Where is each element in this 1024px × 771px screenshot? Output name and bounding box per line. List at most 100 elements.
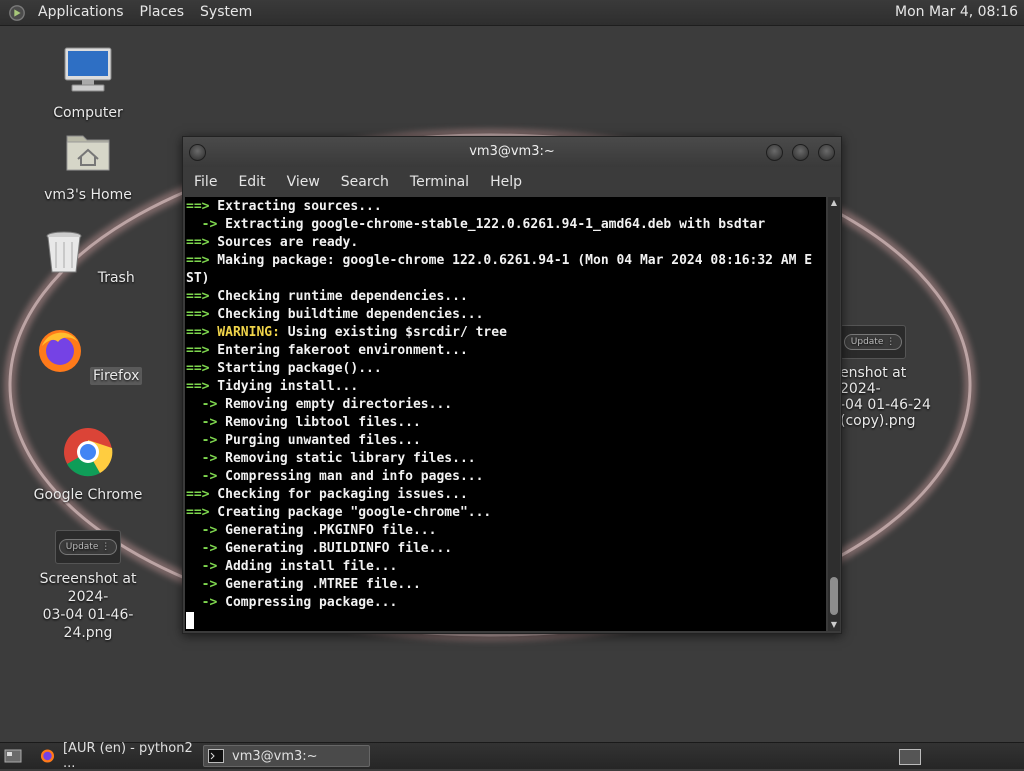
terminal-line-prefix: ==> — [186, 343, 210, 358]
terminal-line: -> Generating .PKGINFO file... — [186, 522, 826, 540]
menu-terminal[interactable]: Terminal — [402, 174, 477, 190]
terminal-line: -> Extracting google-chrome-stable_122.0… — [186, 216, 826, 234]
bottom-panel: [AUR (en) - python2 ... vm3@vm3:~ — [0, 741, 1024, 771]
terminal-line-text: ST) — [186, 271, 210, 286]
menu-view[interactable]: View — [279, 174, 328, 190]
show-desktop-icon[interactable] — [4, 748, 22, 764]
desktop-icon-firefox[interactable]: Firefox — [28, 324, 148, 385]
taskbar-item-firefox[interactable]: [AUR (en) - python2 ... — [36, 741, 200, 771]
terminal-line-text: Extracting sources... — [209, 199, 382, 214]
computer-icon — [64, 47, 112, 92]
terminal-line-prefix: -> — [186, 415, 218, 430]
thumbnail-update-text: Update ⋮ — [58, 539, 118, 555]
terminal-line: -> Compressing man and info pages... — [186, 468, 826, 486]
terminal-line-prefix: ==> — [186, 379, 210, 394]
minimize-button[interactable] — [766, 144, 783, 161]
terminal-line-prefix: ==> — [186, 289, 210, 304]
menu-file[interactable]: File — [186, 174, 225, 190]
terminal-line-prefix: -> — [186, 541, 218, 556]
desktop-icon-label-line1: Screenshot at 2024- — [39, 571, 137, 605]
terminal-line-prefix: ==> — [186, 199, 210, 214]
workspace-switcher[interactable] — [899, 749, 921, 765]
terminal-line-text: Compressing man and info pages... — [217, 469, 484, 484]
desktop-icon-label-line1: enshot at 2024- — [840, 365, 907, 397]
terminal-line-text: Removing empty directories... — [217, 397, 453, 412]
places-menu[interactable]: Places — [132, 0, 193, 25]
terminal-line-text: Adding install file... — [217, 559, 398, 574]
desktop-icon-screenshot[interactable]: Update ⋮ Screenshot at 2024- 03-04 01-46… — [28, 530, 148, 642]
taskbar-item-label: vm3@vm3:~ — [232, 748, 318, 764]
top-panel: Applications Places System Mon Mar 4, 08… — [0, 0, 1024, 26]
terminal-line-text: Checking runtime dependencies... — [209, 289, 468, 304]
terminal-line-text: Checking buildtime dependencies... — [209, 307, 484, 322]
terminal-line-prefix: ==> — [186, 325, 210, 340]
clock[interactable]: Mon Mar 4, 08:16 — [895, 0, 1018, 25]
terminal-line: ST) — [186, 270, 826, 288]
terminal-line: ==> WARNING: Using existing $srcdir/ tre… — [186, 324, 826, 342]
window-menu-button[interactable] — [189, 144, 206, 161]
home-folder-icon — [66, 135, 110, 171]
terminal-line-text: Using existing $srcdir/ tree — [279, 325, 507, 340]
scrollbar-thumb[interactable] — [830, 577, 838, 615]
maximize-button[interactable] — [792, 144, 809, 161]
system-menu[interactable]: System — [192, 0, 260, 25]
terminal-line: -> Generating .MTREE file... — [186, 576, 826, 594]
terminal-line-prefix: -> — [186, 217, 218, 232]
terminal-line-text: Generating .PKGINFO file... — [217, 523, 437, 538]
desktop-icon-label: Computer — [53, 105, 123, 121]
applications-menu[interactable]: Applications — [30, 0, 132, 25]
desktop-icon-computer[interactable]: Computer — [28, 44, 148, 122]
terminal-line-prefix: -> — [186, 397, 218, 412]
close-button[interactable] — [818, 144, 835, 161]
terminal-line: -> Purging unwanted files... — [186, 432, 826, 450]
terminal-title: vm3@vm3:~ — [469, 144, 555, 159]
terminal-titlebar[interactable]: vm3@vm3:~ — [183, 137, 841, 167]
menu-edit[interactable]: Edit — [230, 174, 273, 190]
chrome-icon — [64, 428, 113, 477]
terminal-icon — [208, 749, 224, 763]
terminal-line-prefix: -> — [186, 469, 218, 484]
terminal-line-text: Making package: google-chrome 122.0.6261… — [209, 253, 813, 268]
terminal-line-text: Extracting google-chrome-stable_122.0.62… — [217, 217, 766, 232]
terminal-line-prefix: -> — [186, 523, 218, 538]
distro-logo-icon[interactable] — [8, 4, 26, 22]
terminal-prompt-line[interactable] — [186, 612, 826, 630]
desktop-icon-label: Firefox — [90, 367, 143, 385]
terminal-line-prefix: -> — [186, 559, 218, 574]
desktop-icon-trash[interactable]: Trash — [28, 226, 148, 287]
terminal-line: -> Adding install file... — [186, 558, 826, 576]
terminal-line-text: Entering fakeroot environment... — [209, 343, 468, 358]
desktop-icon-chrome[interactable]: Google Chrome — [28, 426, 148, 504]
terminal-line: -> Removing libtool files... — [186, 414, 826, 432]
terminal-line: ==> Sources are ready. — [186, 234, 826, 252]
terminal-line: ==> Checking buildtime dependencies... — [186, 306, 826, 324]
menu-search[interactable]: Search — [333, 174, 397, 190]
terminal-line-text: Removing static library files... — [217, 451, 476, 466]
taskbar-item-label: [AUR (en) - python2 ... — [62, 741, 193, 771]
desktop-icon-label: Google Chrome — [33, 487, 143, 503]
terminal-line: ==> Checking for packaging issues... — [186, 486, 826, 504]
desktop-icon-label-line3: (copy).png — [840, 413, 916, 429]
terminal-line-prefix: ==> — [186, 235, 210, 250]
menu-help[interactable]: Help — [482, 174, 530, 190]
terminal-output[interactable]: ==> Extracting sources... -> Extracting … — [185, 197, 826, 631]
terminal-line-prefix: -> — [186, 595, 218, 610]
terminal-line-text: Sources are ready. — [209, 235, 359, 250]
screenshot-thumbnail: Update ⋮ — [840, 325, 906, 359]
terminal-line-prefix: ==> — [186, 253, 210, 268]
terminal-cursor — [186, 612, 194, 629]
scroll-down-arrow-icon[interactable]: ▼ — [828, 619, 840, 631]
terminal-window[interactable]: vm3@vm3:~ File Edit View Search Terminal… — [182, 136, 842, 634]
terminal-line: ==> Starting package()... — [186, 360, 826, 378]
taskbar-item-terminal[interactable]: vm3@vm3:~ — [203, 745, 370, 767]
terminal-scrollbar[interactable]: ▲ ▼ — [828, 197, 840, 631]
terminal-line: -> Generating .BUILDINFO file... — [186, 540, 826, 558]
scroll-up-arrow-icon[interactable]: ▲ — [828, 197, 840, 209]
screenshot-thumbnail: Update ⋮ — [55, 530, 121, 564]
terminal-line-text: Purging unwanted files... — [217, 433, 421, 448]
terminal-line-prefix: ==> — [186, 487, 210, 502]
desktop-icon-home[interactable]: vm3's Home — [28, 126, 148, 204]
terminal-line-text: Generating .MTREE file... — [217, 577, 421, 592]
terminal-line-text: Tidying install... — [209, 379, 359, 394]
terminal-line-prefix: -> — [186, 433, 218, 448]
